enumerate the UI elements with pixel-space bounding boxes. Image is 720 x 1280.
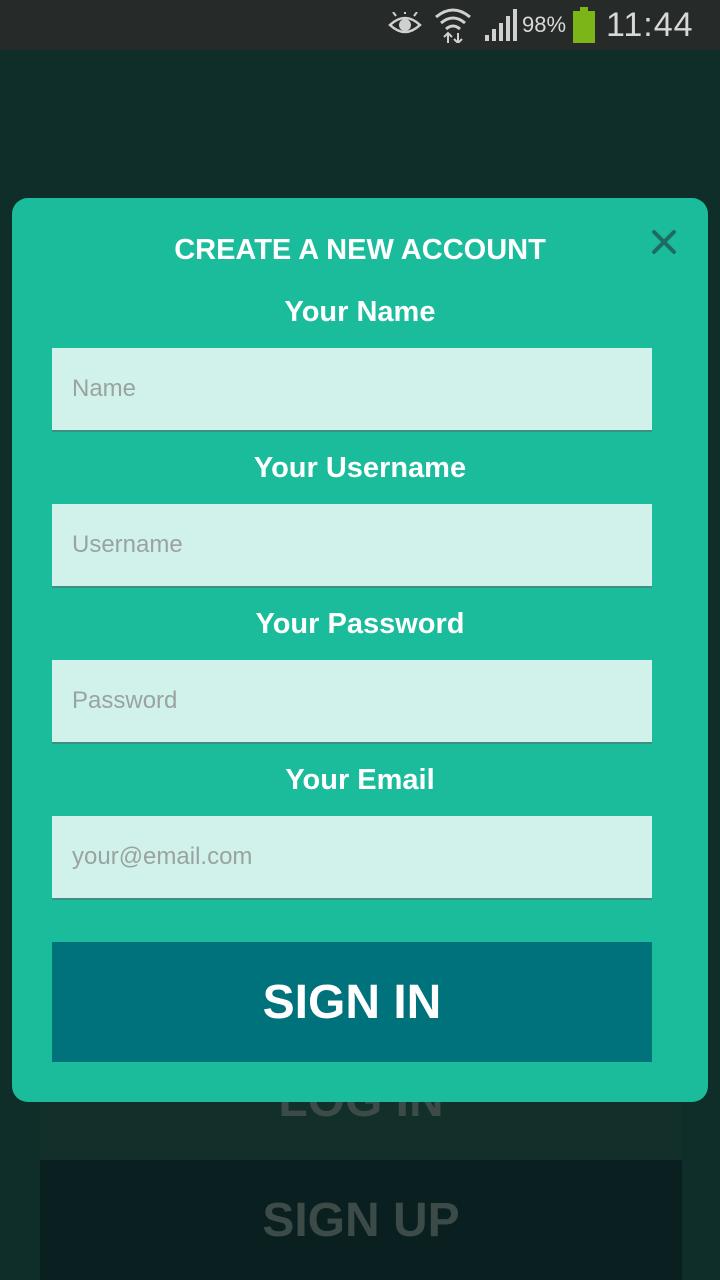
close-icon — [644, 230, 684, 266]
battery-percent: 98% — [522, 12, 567, 37]
sign-in-button[interactable]: SIGN IN — [52, 942, 652, 1062]
password-input[interactable] — [52, 660, 652, 744]
signup-button[interactable]: SIGN UP — [40, 1160, 682, 1280]
password-label: Your Password — [255, 608, 465, 640]
status-bar: 98% 11:44 — [0, 0, 720, 50]
username-label: Your Username — [253, 452, 467, 484]
signal-icon — [484, 0, 520, 50]
name-input[interactable] — [52, 348, 652, 432]
wifi-icon — [434, 0, 472, 50]
close-button[interactable] — [644, 222, 684, 262]
name-label: Your Name — [284, 296, 436, 328]
battery-icon — [572, 0, 596, 50]
username-input[interactable] — [52, 504, 652, 588]
clock: 11:44 — [606, 5, 694, 44]
eye-icon — [388, 0, 422, 50]
modal-title: CREATE A NEW ACCOUNT — [174, 234, 546, 266]
email-input[interactable] — [52, 816, 652, 900]
email-label: Your Email — [285, 764, 435, 796]
